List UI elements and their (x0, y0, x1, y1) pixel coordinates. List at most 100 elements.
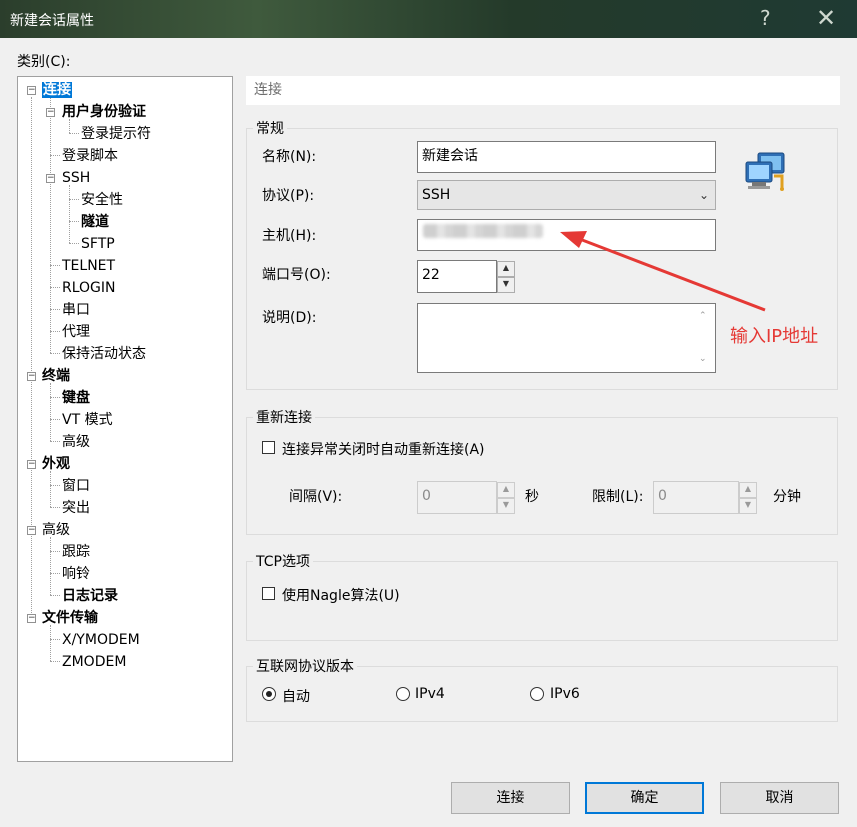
spin-down-icon[interactable]: ▼ (739, 498, 757, 514)
radio-ipv6-label: IPv6 (550, 686, 580, 702)
spin-up-icon[interactable]: ▲ (739, 482, 757, 498)
tree-item-label: 突出 (62, 500, 90, 516)
category-tree[interactable]: − − − − − − − 连接 用户身份验证 登录提示符 登录脚本 SSH 安… (17, 76, 233, 762)
tree-item-rlogin[interactable]: RLOGIN (62, 278, 116, 298)
radio-auto-label: 自动 (282, 689, 310, 705)
group-legend: 重新连接 (256, 410, 312, 426)
tree-item-label: TELNET (62, 258, 116, 274)
port-label: 端口号(O): (262, 267, 331, 283)
tree-item-label: ZMODEM (62, 654, 127, 670)
tree-item-terminal[interactable]: 终端 (42, 366, 70, 386)
close-icon[interactable]: ✕ (816, 4, 836, 32)
tree-item-user-auth[interactable]: 用户身份验证 (62, 102, 146, 122)
radio-ipv4[interactable] (396, 687, 410, 701)
tree-item-zmodem[interactable]: ZMODEM (62, 652, 126, 672)
name-input[interactable]: 新建会话 (417, 141, 716, 173)
panel-header: 连接 (246, 76, 840, 105)
spin-up-icon[interactable]: ▲ (497, 261, 515, 277)
tree-item-appearance[interactable]: 外观 (42, 454, 70, 474)
tree-item-proxy[interactable]: 代理 (62, 322, 90, 342)
help-icon[interactable]: ? (760, 6, 771, 30)
group-legend: 常规 (256, 121, 284, 137)
tree-item-ssh[interactable]: SSH (62, 168, 90, 188)
ok-button[interactable]: 确定 (585, 782, 704, 814)
scroll-down-icon[interactable]: ⌄ (699, 354, 707, 364)
tree-item-xymodem[interactable]: X/YMODEM (62, 630, 140, 650)
title-bar: 新建会话属性 ? ✕ (0, 0, 857, 38)
tree-item-login-prompt[interactable]: 登录提示符 (81, 124, 151, 144)
auto-reconnect-label: 连接异常关闭时自动重新连接(A) (282, 442, 485, 458)
tree-item-serial[interactable]: 串口 (62, 300, 90, 320)
radio-ipv6[interactable] (530, 687, 544, 701)
nagle-label: 使用Nagle算法(U) (282, 588, 400, 604)
limit-unit: 分钟 (773, 489, 801, 505)
tree-item-label: 终端 (42, 368, 70, 384)
chevron-down-icon: ⌄ (698, 188, 709, 202)
network-computer-icon (745, 152, 785, 191)
tree-item-label: 窗口 (62, 478, 90, 494)
collapse-icon[interactable]: − (46, 108, 55, 117)
tree-item-highlight[interactable]: 突出 (62, 498, 90, 518)
interval-unit: 秒 (525, 489, 539, 505)
tree-item-label: 登录提示符 (81, 126, 151, 142)
tree-item-file-transfer[interactable]: 文件传输 (42, 608, 98, 628)
connect-button[interactable]: 连接 (451, 782, 570, 814)
tree-item-connection[interactable]: 连接 (42, 80, 72, 100)
tree-item-label: 代理 (62, 324, 90, 340)
protocol-value: SSH (422, 187, 451, 203)
tree-item-tunnel[interactable]: 隧道 (81, 212, 109, 232)
tree-item-label: 用户身份验证 (62, 104, 146, 120)
tree-item-terminal-advanced[interactable]: 高级 (62, 432, 90, 452)
limit-spinner[interactable]: ▲ ▼ (739, 482, 757, 514)
tree-item-label: 隧道 (81, 214, 109, 230)
window-title: 新建会话属性 (10, 13, 94, 29)
tree-item-vt-mode[interactable]: VT 模式 (62, 410, 113, 430)
tree-item-security[interactable]: 安全性 (81, 190, 123, 210)
tree-item-label: 登录脚本 (62, 148, 118, 164)
tree-item-label: X/YMODEM (62, 632, 140, 648)
collapse-icon[interactable]: − (27, 86, 36, 95)
collapse-icon[interactable]: − (46, 174, 55, 183)
radio-auto[interactable] (262, 687, 276, 701)
limit-input[interactable]: 0 (653, 481, 739, 514)
annotation-text: 输入IP地址 (730, 326, 819, 347)
protocol-select[interactable]: SSH ⌄ (417, 180, 716, 210)
tree-item-telnet[interactable]: TELNET (62, 256, 115, 276)
port-input[interactable]: 22 (417, 260, 497, 293)
redacted-host-value (423, 224, 543, 238)
tree-item-trace[interactable]: 跟踪 (62, 542, 90, 562)
interval-label: 间隔(V): (289, 489, 343, 505)
spin-up-icon[interactable]: ▲ (497, 482, 515, 498)
tree-item-label: VT 模式 (62, 412, 113, 428)
description-label: 说明(D): (262, 310, 317, 326)
nagle-checkbox[interactable] (262, 587, 275, 600)
interval-spinner[interactable]: ▲ ▼ (497, 482, 515, 514)
host-label: 主机(H): (262, 228, 317, 244)
tree-item-label: 高级 (62, 434, 90, 450)
tree-item-bell[interactable]: 响铃 (62, 564, 90, 584)
tree-item-sftp[interactable]: SFTP (81, 234, 115, 254)
tree-item-label: 串口 (62, 302, 90, 318)
tree-item-label: SSH (62, 170, 91, 186)
auto-reconnect-checkbox[interactable] (262, 441, 275, 454)
radio-ipv4-label: IPv4 (415, 686, 445, 702)
collapse-icon[interactable]: − (27, 460, 36, 469)
interval-input[interactable]: 0 (417, 481, 497, 514)
tree-item-label: 响铃 (62, 566, 90, 582)
spin-down-icon[interactable]: ▼ (497, 277, 515, 293)
tree-item-keepalive[interactable]: 保持活动状态 (62, 344, 146, 364)
tree-item-login-script[interactable]: 登录脚本 (62, 146, 118, 166)
tree-item-label: 保持活动状态 (62, 346, 146, 362)
port-spinner[interactable]: ▲ ▼ (497, 261, 515, 293)
collapse-icon[interactable]: − (27, 614, 36, 623)
tree-item-window[interactable]: 窗口 (62, 476, 90, 496)
tree-item-logging[interactable]: 日志记录 (62, 586, 118, 606)
category-label: 类别(C): (17, 54, 71, 70)
tree-item-advanced[interactable]: 高级 (42, 520, 70, 540)
collapse-icon[interactable]: − (27, 372, 36, 381)
reconnect-group: 重新连接 (246, 407, 838, 535)
tree-item-keyboard[interactable]: 键盘 (62, 388, 90, 408)
collapse-icon[interactable]: − (27, 526, 36, 535)
spin-down-icon[interactable]: ▼ (497, 498, 515, 514)
cancel-button[interactable]: 取消 (720, 782, 839, 814)
